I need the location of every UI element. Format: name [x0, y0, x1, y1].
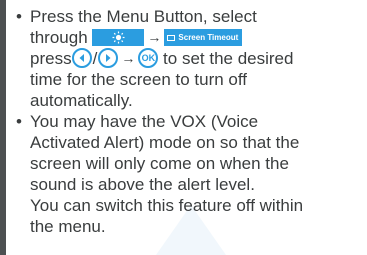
instruction-line: screen will only come on when the [30, 154, 289, 173]
next-step-arrow: → [121, 50, 136, 67]
ok-button-icon: OK [138, 47, 159, 68]
brightness-menu-badge [92, 29, 145, 47]
instruction-text-press: press [30, 49, 72, 68]
sun-icon [112, 31, 125, 44]
instruction-line: press / → OK to set the desired [30, 47, 366, 69]
instruction-line: You may have the VOX (Voice [30, 112, 259, 131]
instruction-line: Activated Alert) mode on so that the [30, 133, 300, 152]
instruction-text-set-desired: to set the desired [163, 49, 294, 68]
instruction-text-through: through [30, 28, 88, 47]
manual-page: • Press the Menu Button, select through … [6, 0, 367, 255]
instruction-line: sound is above the alert level. [30, 175, 255, 194]
right-arrow-icon [98, 47, 119, 68]
bullet-dot: • [16, 7, 22, 26]
screen-icon [167, 35, 176, 42]
left-arrow-icon [71, 47, 92, 68]
instruction-item-vox-mode: • You may have the VOX (Voice Activated … [16, 111, 366, 237]
separator-slash: / [92, 49, 98, 68]
instruction-line: the menu. [30, 217, 106, 236]
bullet-dot: • [16, 112, 22, 131]
instruction-line: automatically. [30, 91, 133, 110]
screen-timeout-badge: Screen Timeout [164, 29, 243, 47]
instruction-line: through → Screen Timeout [30, 27, 366, 48]
screen-timeout-label: Screen Timeout [178, 33, 239, 43]
next-step-arrow: → [147, 29, 162, 46]
instruction-item-screen-timeout: • Press the Menu Button, select through … [16, 6, 366, 111]
instruction-line: Press the Menu Button, select [30, 7, 257, 26]
instruction-line: time for the screen to turn off [30, 70, 248, 89]
instruction-line: You can switch this feature off within [30, 196, 304, 215]
instruction-text: • Press the Menu Button, select through … [16, 6, 366, 237]
